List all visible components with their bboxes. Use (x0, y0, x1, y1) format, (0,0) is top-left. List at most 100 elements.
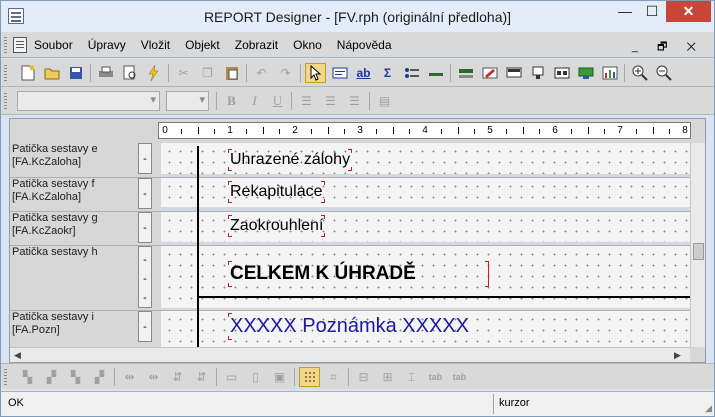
same-width-icon[interactable]: ▭ (221, 367, 242, 387)
center-vertical-icon[interactable]: ⊞ (377, 367, 398, 387)
tab-order-icon[interactable]: ⌶ (401, 367, 422, 387)
footer-band-icon[interactable] (527, 63, 548, 83)
document-icon[interactable] (13, 37, 27, 53)
line-tool-icon[interactable] (425, 63, 446, 83)
align-rights-icon[interactable]: ▞ (41, 367, 62, 387)
toolbar-grip[interactable] (4, 93, 7, 110)
properties-icon[interactable]: ▤ (374, 91, 395, 111)
align-tops-icon[interactable]: ▚ (65, 367, 86, 387)
align-left-icon[interactable]: ☰ (296, 91, 317, 111)
menu-okno[interactable]: Okno (293, 38, 330, 52)
same-height-icon[interactable]: ▯ (245, 367, 266, 387)
report-field[interactable]: Zaokrouhlení (228, 215, 326, 237)
space-horizontal-icon[interactable]: ⇹ (119, 367, 140, 387)
cut-icon[interactable]: ✂ (173, 63, 194, 83)
text-field-icon[interactable] (329, 63, 350, 83)
section-marker[interactable]: - (138, 212, 152, 243)
report-horizontal-line[interactable] (197, 296, 690, 298)
toolbar-grip[interactable] (4, 65, 7, 82)
print-preview-icon[interactable] (119, 63, 140, 83)
selection-handle[interactable] (485, 261, 489, 287)
scroll-left-arrow[interactable]: ◀ (14, 350, 21, 361)
section-canvas[interactable]: Rekapitulace (161, 178, 691, 207)
lightning-icon[interactable] (143, 63, 164, 83)
space-vertical-2-icon[interactable]: ⇵ (191, 367, 212, 387)
menu-zobrazit[interactable]: Zobrazit (235, 38, 286, 52)
section-label-line2: [FA.KcZaloha] (12, 191, 82, 203)
new-file-icon[interactable] (17, 63, 38, 83)
menu-objekt[interactable]: Objekt (185, 38, 228, 52)
save-icon[interactable] (65, 63, 86, 83)
maximize-button[interactable]: ☐ (639, 1, 665, 22)
grid-settings-icon[interactable]: ⌗ (323, 367, 344, 387)
report-vertical-line[interactable] (197, 146, 199, 351)
report-field-total[interactable]: CELKEM K ÚHRADĚ (228, 261, 416, 287)
redo-icon[interactable]: ↷ (275, 63, 296, 83)
space-horizontal-2-icon[interactable]: ⇹ (143, 367, 164, 387)
italic-button[interactable]: I (244, 91, 265, 111)
section-footer-e[interactable]: Patička sestavy e [FA.KcZaloha] - Uhraze… (10, 143, 705, 176)
report-field-note[interactable]: XXXXX Poznámka XXXXX (228, 313, 469, 340)
paste-icon[interactable] (221, 63, 242, 83)
tab-left-icon[interactable]: tab (425, 367, 446, 387)
undo-icon[interactable]: ↶ (251, 63, 272, 83)
menu-soubor[interactable]: Soubor (34, 38, 81, 52)
font-name-select[interactable] (17, 91, 160, 111)
snap-to-grid-icon[interactable] (299, 367, 320, 387)
group-band-icon[interactable] (551, 63, 572, 83)
section-footer-h[interactable]: Patička sestavy h - - - CELKEM K ÚHRADĚ (10, 246, 705, 310)
header-band-icon[interactable] (503, 63, 524, 83)
close-button[interactable]: ✕ (666, 1, 711, 22)
menu-napoveda[interactable]: Nápověda (337, 38, 400, 52)
report-field[interactable]: Uhrazené zálohy (228, 149, 353, 171)
sum-icon[interactable]: Σ (377, 63, 398, 83)
section-edit-icon[interactable] (479, 63, 500, 83)
zoom-out-icon[interactable] (653, 63, 674, 83)
section-marker[interactable]: - (138, 178, 152, 209)
open-folder-icon[interactable] (41, 63, 62, 83)
chart-icon[interactable] (599, 63, 620, 83)
space-vertical-icon[interactable]: ⇵ (167, 367, 188, 387)
section-canvas[interactable]: Uhrazené zálohy (161, 143, 691, 174)
section-label-line1: Patička sestavy g (12, 212, 98, 224)
same-size-icon[interactable]: ▣ (269, 367, 290, 387)
scroll-right-arrow[interactable]: ▶ (674, 350, 681, 361)
menu-vlozit[interactable]: Vložit (141, 38, 178, 52)
copy-icon[interactable]: ❐ (197, 63, 218, 83)
section-marker[interactable]: - (138, 143, 152, 174)
vertical-scroll-thumb[interactable] (693, 243, 704, 260)
align-center-icon[interactable]: ☰ (320, 91, 341, 111)
section-marker[interactable]: - - - (138, 246, 152, 308)
section-footer-g[interactable]: Patička sestavy g [FA.KcZaokr] - Zaokrou… (10, 212, 705, 245)
tab-right-icon[interactable]: tab (449, 367, 470, 387)
toolbar-separator (450, 64, 451, 82)
toolbar-grip[interactable] (4, 37, 7, 53)
list-field-icon[interactable] (401, 63, 422, 83)
zoom-in-icon[interactable] (629, 63, 650, 83)
align-right-icon[interactable]: ☰ (344, 91, 365, 111)
section-canvas[interactable]: CELKEM K ÚHRADĚ (161, 246, 691, 308)
label-ab-icon[interactable]: ab (353, 63, 374, 83)
toolbar-grip[interactable] (4, 369, 7, 385)
menu-upravy[interactable]: Úpravy (88, 38, 134, 52)
bold-button[interactable]: B (221, 91, 242, 111)
section-insert-icon[interactable] (455, 63, 476, 83)
center-horizontal-icon[interactable]: ⊟ (353, 367, 374, 387)
field-text: Zaokrouhlení (230, 217, 324, 234)
align-lefts-icon[interactable]: ▚ (17, 367, 38, 387)
ruler-tick (473, 129, 475, 134)
section-marker[interactable]: - (138, 311, 152, 342)
detail-band-icon[interactable] (575, 63, 596, 83)
vertical-scrollbar[interactable] (690, 143, 705, 348)
minimize-button[interactable]: — (612, 1, 638, 22)
report-field[interactable]: Rekapitulace (228, 181, 325, 203)
print-icon[interactable] (95, 63, 116, 83)
font-size-select[interactable] (166, 91, 209, 111)
section-canvas[interactable]: Zaokrouhlení (161, 212, 691, 242)
resize-grip-icon[interactable]: ◢ (705, 403, 712, 414)
pointer-icon[interactable] (305, 63, 326, 83)
mdi-window-controls[interactable]: _ 🗗 ✕ (632, 38, 704, 57)
horizontal-scrollbar[interactable]: ◀ ▶ (10, 347, 690, 362)
align-bottoms-icon[interactable]: ▞ (89, 367, 110, 387)
underline-button[interactable]: U (267, 91, 288, 111)
